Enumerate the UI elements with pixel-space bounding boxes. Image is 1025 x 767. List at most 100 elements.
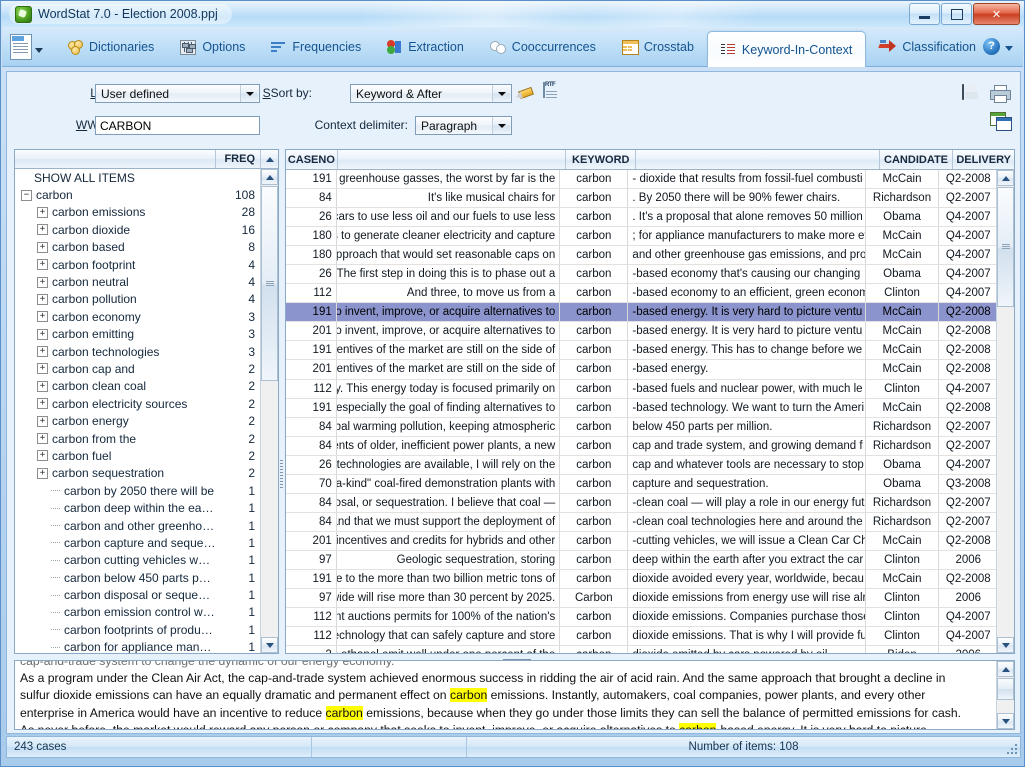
- table-row[interactable]: 84 isposal, or sequestration. I believe t…: [286, 493, 998, 513]
- table-row[interactable]: 191 bute to the more than two billion met…: [286, 569, 998, 590]
- collapse-icon[interactable]: −: [21, 189, 32, 201]
- expand-icon[interactable]: +: [37, 241, 48, 253]
- grid-scroll-thumb[interactable]: [997, 187, 1014, 307]
- tree-item[interactable]: + carbon technologies 3: [15, 343, 261, 360]
- expand-icon[interactable]: +: [37, 276, 48, 288]
- save-button[interactable]: [962, 84, 964, 100]
- tab-crosstab[interactable]: Crosstab: [609, 27, 707, 66]
- column-header-keyword[interactable]: KEYWORD: [566, 150, 637, 169]
- resize-grip-icon[interactable]: [1006, 743, 1017, 754]
- table-row[interactable]: 84 global warming pollution, keeping atmo…: [286, 417, 998, 437]
- expand-icon[interactable]: +: [37, 311, 48, 323]
- tree-scroll-down[interactable]: [261, 637, 278, 653]
- context-scroll-thumb[interactable]: [997, 678, 1014, 700]
- column-header-delivery[interactable]: DELIVERY: [953, 150, 1014, 169]
- tree-item[interactable]: + carbon based 8: [15, 239, 261, 256]
- tree-item[interactable]: carbon deep within the earth ... 1: [15, 499, 261, 516]
- tree-item[interactable]: carbon by 2050 there will be 1: [15, 482, 261, 499]
- expand-icon[interactable]: +: [37, 398, 48, 410]
- expand-icon[interactable]: +: [37, 433, 48, 445]
- table-row[interactable]: 97 ldwide will rise more than 30 percent …: [286, 589, 998, 609]
- tree-item[interactable]: + carbon dioxide 16: [15, 221, 261, 238]
- expand-icon[interactable]: +: [37, 467, 48, 479]
- table-row[interactable]: 191 all greenhouse gasses, the worst by f…: [286, 170, 998, 190]
- table-row[interactable]: 201 incentives of the market are still on…: [286, 360, 998, 380]
- project-menu-button[interactable]: [10, 32, 50, 62]
- tree-scroll-up[interactable]: [261, 169, 278, 185]
- tree-scroll-up-button[interactable]: [261, 150, 278, 168]
- tree-item[interactable]: + carbon cap and 2: [15, 360, 261, 377]
- grid-scroll-up[interactable]: [997, 170, 1014, 186]
- column-header-before[interactable]: [338, 150, 567, 169]
- tree-scroll-thumb[interactable]: [261, 186, 278, 381]
- help-button[interactable]: ?: [983, 38, 1013, 55]
- tree-item[interactable]: + carbon pollution 4: [15, 291, 261, 308]
- table-row[interactable]: 112 And three, to move us from a carbon -ba…: [286, 284, 998, 304]
- tree-item[interactable]: carbon disposal or sequestrati... 1: [15, 586, 261, 603]
- export-rtf-button[interactable]: RTF: [543, 82, 557, 98]
- table-row[interactable]: 97 Geologic sequestration, storing carbon d…: [286, 550, 998, 570]
- tree-item[interactable]: carbon for appliance manufact... 1: [15, 639, 261, 653]
- expand-icon[interactable]: +: [37, 328, 48, 340]
- expand-icon[interactable]: +: [37, 380, 48, 392]
- tree-scrollbar[interactable]: [260, 169, 278, 653]
- tab-extraction[interactable]: Extraction: [374, 27, 477, 66]
- table-row[interactable]: 84 e, and that we must support the deploy…: [286, 512, 998, 532]
- expand-icon[interactable]: +: [37, 206, 48, 218]
- grid-scrollbar[interactable]: [996, 170, 1014, 653]
- table-row[interactable]: 112 f technology that can safely capture …: [286, 627, 998, 647]
- tree-item[interactable]: + carbon emissions 28: [15, 204, 261, 221]
- table-row[interactable]: 180 l approach that would set reasonable …: [286, 246, 998, 266]
- context-text-content[interactable]: cap-and-trade system to change the dynam…: [15, 661, 997, 729]
- expand-icon[interactable]: +: [37, 293, 48, 305]
- tab-frequencies[interactable]: Frequencies: [258, 27, 374, 66]
- table-row[interactable]: 191nd especially the goal of finding alt…: [286, 398, 998, 418]
- tree-item[interactable]: + carbon sequestration 2: [15, 465, 261, 482]
- tree-item[interactable]: + carbon neutral 4: [15, 273, 261, 290]
- minimize-button[interactable]: [909, 3, 940, 25]
- grid-scroll-down[interactable]: [997, 637, 1014, 653]
- tree-item[interactable]: carbon and other greenhouse ... 1: [15, 517, 261, 534]
- expand-icon[interactable]: +: [37, 224, 48, 236]
- column-header-caseno[interactable]: CASENO: [286, 150, 338, 169]
- tree-item[interactable]: + carbon electricity sources 2: [15, 395, 261, 412]
- expand-icon[interactable]: +: [37, 450, 48, 462]
- expand-icon[interactable]: +: [37, 346, 48, 358]
- tree-item[interactable]: SHOW ALL ITEMS: [15, 169, 261, 186]
- context-delimiter-select[interactable]: Paragraph: [415, 116, 512, 135]
- context-scroll-down[interactable]: [997, 713, 1014, 729]
- context-scrollbar[interactable]: [996, 661, 1014, 729]
- tree-item[interactable]: carbon footprints of products ... 1: [15, 621, 261, 638]
- tab-classification[interactable]: Classification: [866, 27, 989, 66]
- maximize-button[interactable]: [941, 3, 972, 25]
- column-header-after[interactable]: [636, 150, 880, 169]
- table-row[interactable]: 26 se technologies are available, I will …: [286, 455, 998, 475]
- expand-icon[interactable]: +: [37, 259, 48, 271]
- tree-item[interactable]: carbon capture and sequestra... 1: [15, 534, 261, 551]
- tab-options[interactable]: Options: [167, 27, 258, 66]
- expand-icon[interactable]: +: [37, 363, 48, 375]
- table-row[interactable]: 112 rgy. This energy today is focused pri…: [286, 379, 998, 399]
- table-row[interactable]: 26 r cars to use less oil and our fuels t…: [286, 208, 998, 228]
- table-row[interactable]: 26 The first step in doing this is to pha…: [286, 265, 998, 285]
- word-input[interactable]: CARBON: [95, 116, 260, 135]
- table-row[interactable]: 112 nent auctions permits for 100% of the…: [286, 608, 998, 628]
- table-row[interactable]: 180 ies to generate cleaner electricity a…: [286, 227, 998, 247]
- tab-dictionaries[interactable]: Dictionaries: [54, 27, 167, 66]
- tree-item[interactable]: − carbon 108: [15, 186, 261, 203]
- table-row[interactable]: 191 incentives of the market are still on…: [286, 341, 998, 361]
- table-row[interactable]: 70 of-a-kind" coal-fired demonstration pl…: [286, 474, 998, 494]
- table-row[interactable]: 191 ks to invent, improve, or acquire alt…: [286, 303, 998, 323]
- tree-item[interactable]: + carbon footprint 4: [15, 256, 261, 273]
- tree-item[interactable]: + carbon from the 2: [15, 430, 261, 447]
- column-header-candidate[interactable]: CANDIDATE: [880, 150, 954, 169]
- table-row[interactable]: 84 nents of older, inefficient power plan…: [286, 436, 998, 456]
- tab-keyword-in-context[interactable]: Keyword-In-Context: [706, 31, 867, 67]
- tree-item[interactable]: carbon cutting vehicles we will... 1: [15, 552, 261, 569]
- tree-item[interactable]: + carbon clean coal 2: [15, 378, 261, 395]
- tree-item[interactable]: + carbon fuel 2: [15, 447, 261, 464]
- tab-cooccurrences[interactable]: Cooccurrences: [477, 27, 609, 66]
- table-row[interactable]: 84 It's like musical chairs for carbon. By…: [286, 189, 998, 209]
- table-row[interactable]: 2ass ethanol emit well under one percent…: [286, 646, 998, 653]
- table-row[interactable]: 201 of incentives and credits for hybrids…: [286, 531, 998, 551]
